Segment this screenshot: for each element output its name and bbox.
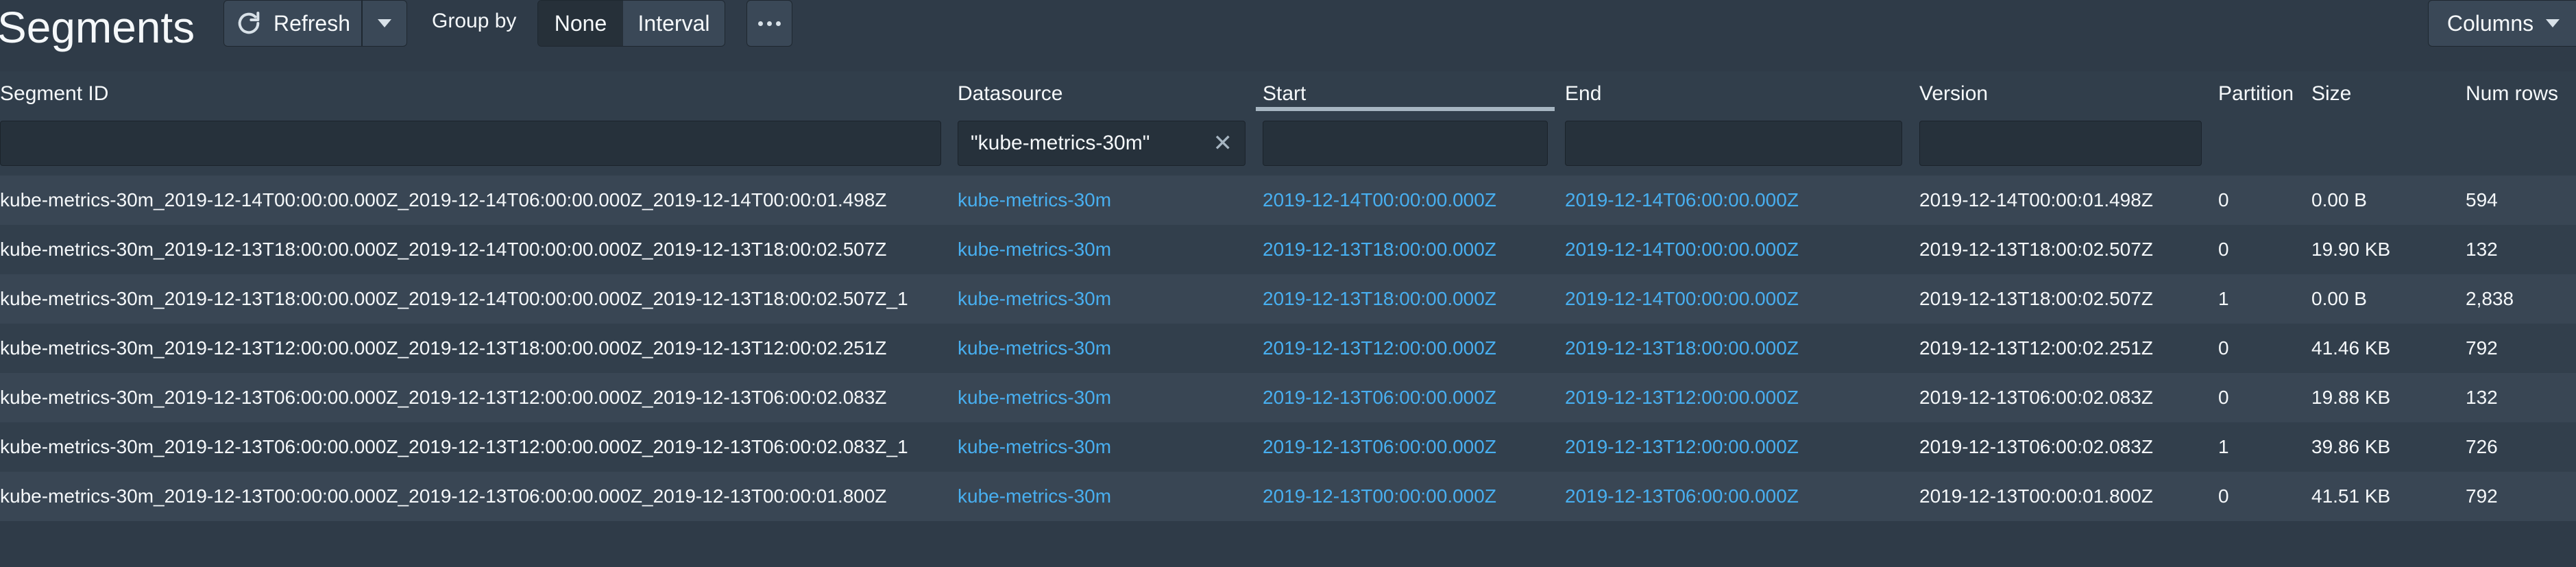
cell-version: 2019-12-14T00:00:01.498Z	[1919, 189, 2153, 210]
table-row[interactable]: kube-metrics-30m_2019-12-13T00:00:00.000…	[0, 472, 2576, 521]
table-row[interactable]: kube-metrics-30m_2019-12-13T18:00:00.000…	[0, 274, 2576, 324]
cell-num-rows: 132	[2466, 387, 2498, 408]
version-filter-input[interactable]	[1919, 121, 2202, 166]
cell-end[interactable]: 2019-12-13T06:00:00.000Z	[1565, 485, 1799, 507]
table-row[interactable]: kube-metrics-30m_2019-12-14T00:00:00.000…	[0, 176, 2576, 225]
cell-end[interactable]: 2019-12-14T00:00:00.000Z	[1565, 239, 1799, 261]
cell-segment-id: kube-metrics-30m_2019-12-13T00:00:00.000…	[0, 485, 887, 507]
cell-segment-id: kube-metrics-30m_2019-12-13T06:00:00.000…	[0, 387, 887, 408]
cell-start[interactable]: 2019-12-13T06:00:00.000Z	[1263, 387, 1496, 409]
datasource-filter-value: "kube-metrics-30m"	[971, 132, 1150, 154]
table-row[interactable]: kube-metrics-30m_2019-12-13T06:00:00.000…	[0, 422, 2576, 472]
group-by-label: Group by	[432, 10, 517, 32]
cell-num-rows: 594	[2466, 189, 2498, 210]
cell-partition: 0	[2218, 189, 2229, 210]
caret-down-icon	[2546, 19, 2560, 27]
cell-datasource[interactable]: kube-metrics-30m	[958, 387, 1111, 409]
cell-datasource[interactable]: kube-metrics-30m	[958, 288, 1111, 310]
cell-version: 2019-12-13T06:00:02.083Z	[1919, 387, 2153, 408]
cell-end[interactable]: 2019-12-14T00:00:00.000Z	[1565, 288, 1799, 310]
cell-end[interactable]: 2019-12-13T12:00:00.000Z	[1565, 436, 1799, 458]
cell-datasource[interactable]: kube-metrics-30m	[958, 337, 1111, 359]
cell-partition: 1	[2218, 288, 2229, 309]
column-header-start[interactable]: Start	[1263, 82, 1306, 106]
table-row[interactable]: kube-metrics-30m_2019-12-13T18:00:00.000…	[0, 225, 2576, 274]
page-title: Segments	[0, 3, 195, 52]
clear-icon[interactable]: ✕	[1213, 130, 1233, 157]
end-filter-input[interactable]	[1565, 121, 1902, 166]
table-row[interactable]: kube-metrics-30m_2019-12-13T12:00:00.000…	[0, 324, 2576, 373]
cell-start[interactable]: 2019-12-13T18:00:00.000Z	[1263, 239, 1496, 261]
cell-start[interactable]: 2019-12-13T06:00:00.000Z	[1263, 436, 1496, 458]
cell-partition: 0	[2218, 485, 2229, 507]
cell-segment-id: kube-metrics-30m_2019-12-13T06:00:00.000…	[0, 436, 908, 457]
column-header-end[interactable]: End	[1565, 82, 1601, 106]
cell-num-rows: 132	[2466, 239, 2498, 260]
cell-partition: 0	[2218, 239, 2229, 260]
cell-datasource[interactable]: kube-metrics-30m	[958, 239, 1111, 261]
cell-version: 2019-12-13T18:00:02.507Z	[1919, 239, 2153, 260]
cell-size: 0.00 B	[2311, 288, 2367, 309]
cell-version: 2019-12-13T06:00:02.083Z	[1919, 436, 2153, 457]
group-by-none-button[interactable]: None	[538, 1, 623, 46]
column-header-partition[interactable]: Partition	[2218, 82, 2294, 106]
table-header: Segment ID Datasource Start End Version …	[0, 71, 2576, 176]
cell-num-rows: 2,838	[2466, 288, 2514, 309]
cell-datasource[interactable]: kube-metrics-30m	[958, 485, 1111, 507]
refresh-button[interactable]: Refresh	[223, 0, 362, 47]
cell-size: 41.46 KB	[2311, 337, 2391, 359]
cell-start[interactable]: 2019-12-13T18:00:00.000Z	[1263, 288, 1496, 310]
cell-size: 39.86 KB	[2311, 436, 2391, 457]
column-header-version[interactable]: Version	[1919, 82, 1988, 106]
group-by-toggle: None Interval	[537, 0, 725, 47]
cell-datasource[interactable]: kube-metrics-30m	[958, 189, 1111, 211]
cell-start[interactable]: 2019-12-13T12:00:00.000Z	[1263, 337, 1496, 359]
cell-size: 19.88 KB	[2311, 387, 2391, 408]
cell-datasource[interactable]: kube-metrics-30m	[958, 436, 1111, 458]
cell-end[interactable]: 2019-12-13T12:00:00.000Z	[1565, 387, 1799, 409]
cell-size: 19.90 KB	[2311, 239, 2391, 260]
cell-version: 2019-12-13T00:00:01.800Z	[1919, 485, 2153, 507]
more-icon	[758, 21, 781, 26]
refresh-options-button[interactable]	[362, 0, 407, 47]
cell-end[interactable]: 2019-12-13T18:00:00.000Z	[1565, 337, 1799, 359]
cell-partition: 1	[2218, 436, 2229, 457]
cell-version: 2019-12-13T18:00:02.507Z	[1919, 288, 2153, 309]
cell-segment-id: kube-metrics-30m_2019-12-13T12:00:00.000…	[0, 337, 887, 359]
columns-button[interactable]: Columns	[2428, 0, 2576, 47]
cell-segment-id: kube-metrics-30m_2019-12-13T18:00:00.000…	[0, 239, 887, 260]
column-header-datasource[interactable]: Datasource	[958, 82, 1062, 106]
cell-size: 41.51 KB	[2311, 485, 2391, 507]
toolbar: Segments Refresh Group by None Interval …	[0, 0, 2576, 69]
cell-segment-id: kube-metrics-30m_2019-12-13T18:00:00.000…	[0, 288, 908, 309]
caret-down-icon	[378, 19, 391, 27]
cell-version: 2019-12-13T12:00:02.251Z	[1919, 337, 2153, 359]
column-header-size[interactable]: Size	[2311, 82, 2351, 106]
column-header-num-rows[interactable]: Num rows	[2466, 82, 2558, 106]
cell-num-rows: 726	[2466, 436, 2498, 457]
group-by-interval-button[interactable]: Interval	[623, 1, 725, 46]
columns-label: Columns	[2446, 10, 2534, 36]
cell-partition: 0	[2218, 387, 2229, 408]
table-row[interactable]: kube-metrics-30m_2019-12-13T06:00:00.000…	[0, 373, 2576, 422]
column-header-segment-id[interactable]: Segment ID	[0, 82, 108, 106]
cell-end[interactable]: 2019-12-14T06:00:00.000Z	[1565, 189, 1799, 211]
cell-size: 0.00 B	[2311, 189, 2367, 210]
start-filter-input[interactable]	[1263, 121, 1548, 166]
refresh-icon	[235, 10, 263, 37]
cell-start[interactable]: 2019-12-13T00:00:00.000Z	[1263, 485, 1496, 507]
cell-num-rows: 792	[2466, 485, 2498, 507]
cell-partition: 0	[2218, 337, 2229, 359]
refresh-label: Refresh	[273, 10, 351, 36]
cell-num-rows: 792	[2466, 337, 2498, 359]
sort-indicator	[1256, 107, 1555, 111]
datasource-filter-input[interactable]: "kube-metrics-30m" ✕	[958, 121, 1246, 166]
cell-start[interactable]: 2019-12-14T00:00:00.000Z	[1263, 189, 1496, 211]
cell-segment-id: kube-metrics-30m_2019-12-14T00:00:00.000…	[0, 189, 887, 210]
segment-id-filter-input[interactable]	[0, 121, 941, 166]
more-button[interactable]	[746, 0, 792, 47]
